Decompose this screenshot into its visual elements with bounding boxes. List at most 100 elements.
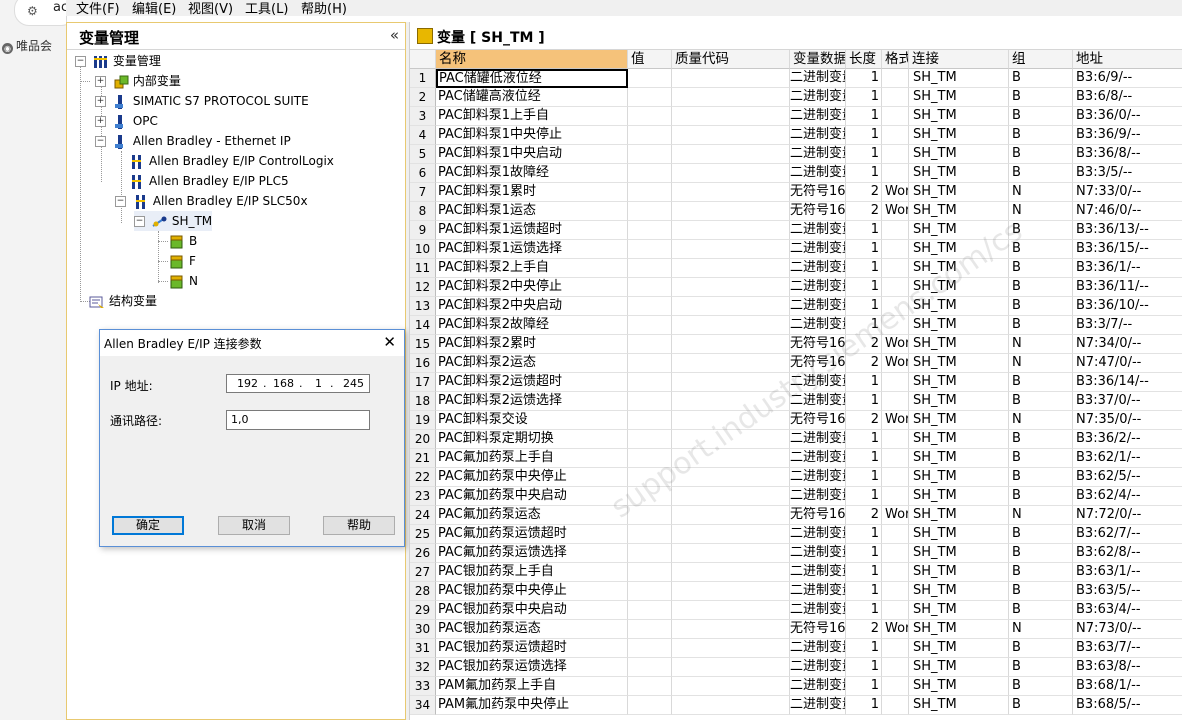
format-cell[interactable] [882,696,909,715]
datatype-cell[interactable]: 二进制变量 [790,563,846,582]
datatype-cell[interactable]: 无符号16位值 [790,354,846,373]
table-row[interactable]: 34PAM氟加药泵中央停止 二进制变量1 SH_TMBB3:68/5/-- [410,696,1182,715]
group-cell[interactable]: B [1009,696,1073,715]
datatype-cell[interactable]: 二进制变量 [790,601,846,620]
connection-cell[interactable]: SH_TM [909,430,1009,449]
address-cell[interactable]: B3:63/4/-- [1073,601,1182,620]
connection-cell[interactable]: SH_TM [909,658,1009,677]
connection-cell[interactable]: SH_TM [909,335,1009,354]
group-cell[interactable]: N [1009,354,1073,373]
column-header-length[interactable]: 长度 [846,50,882,69]
table-row[interactable]: 27PAC银加药泵上手自 二进制变量1 SH_TMBB3:63/1/-- [410,563,1182,582]
quality-cell[interactable] [672,696,790,715]
address-cell[interactable]: N7:72/0/-- [1073,506,1182,525]
connection-cell[interactable]: SH_TM [909,354,1009,373]
group-cell[interactable]: B [1009,240,1073,259]
quality-cell[interactable] [672,525,790,544]
connection-cell[interactable]: SH_TM [909,411,1009,430]
name-cell[interactable]: PAC氟加药泵上手自 [436,449,628,468]
group-cell[interactable]: B [1009,468,1073,487]
table-row[interactable]: 9PAC卸料泵1运馈超时 二进制变量1 SH_TMBB3:36/13/-- [410,221,1182,240]
ok-button[interactable]: 确定 [112,516,184,535]
format-cell[interactable] [882,601,909,620]
table-row[interactable]: 18PAC卸料泵2运馈选择 二进制变量1 SH_TMBB3:37/0/-- [410,392,1182,411]
length-cell[interactable]: 2 [846,354,882,373]
group-cell[interactable]: B [1009,525,1073,544]
quality-cell[interactable] [672,411,790,430]
datatype-cell[interactable]: 二进制变量 [790,88,846,107]
value-cell[interactable] [628,582,672,601]
quality-cell[interactable] [672,468,790,487]
length-cell[interactable]: 1 [846,487,882,506]
group-cell[interactable]: B [1009,658,1073,677]
address-cell[interactable]: B3:62/8/-- [1073,544,1182,563]
length-cell[interactable]: 1 [846,468,882,487]
table-row[interactable]: 16PAC卸料泵2运态 无符号16位值2WorSH_TMNN7:47/0/-- [410,354,1182,373]
value-cell[interactable] [628,354,672,373]
name-cell[interactable]: PAC卸料泵1中央启动 [436,145,628,164]
length-cell[interactable]: 1 [846,297,882,316]
address-cell[interactable]: B3:68/5/-- [1073,696,1182,715]
format-cell[interactable] [882,677,909,696]
address-cell[interactable]: B3:62/1/-- [1073,449,1182,468]
value-cell[interactable] [628,601,672,620]
tree-node-group-b[interactable]: B [169,231,197,251]
ip-octet-1[interactable]: 192 [237,377,258,390]
value-cell[interactable] [628,69,672,88]
datatype-cell[interactable]: 二进制变量 [790,582,846,601]
collapse-toggle-icon[interactable]: − [115,196,126,207]
quality-cell[interactable] [672,69,790,88]
menu-tools[interactable]: 工具(L) [245,0,288,17]
address-cell[interactable]: B3:36/10/-- [1073,297,1182,316]
name-cell[interactable]: PAC卸料泵1故障经 [436,164,628,183]
format-cell[interactable] [882,449,909,468]
length-cell[interactable]: 1 [846,601,882,620]
group-cell[interactable]: B [1009,373,1073,392]
connection-cell[interactable]: SH_TM [909,373,1009,392]
value-cell[interactable] [628,506,672,525]
format-cell[interactable] [882,240,909,259]
length-cell[interactable]: 1 [846,221,882,240]
tree-node-structure-tags[interactable]: 结构变量 [89,291,157,311]
table-row[interactable]: 30PAC银加药泵运态 无符号16位值2WorSH_TMNN7:73/0/-- [410,620,1182,639]
table-row[interactable]: 17PAC卸料泵2运馈超时 二进制变量1 SH_TMBB3:36/14/-- [410,373,1182,392]
table-row[interactable]: 13PAC卸料泵2中央启动 二进制变量1 SH_TMBB3:36/10/-- [410,297,1182,316]
address-cell[interactable]: B3:6/8/-- [1073,88,1182,107]
length-cell[interactable]: 1 [846,544,882,563]
expand-toggle-icon[interactable]: + [95,76,106,87]
tree-node-allen-bradley-eip[interactable]: − Allen Bradley - Ethernet IP [95,131,291,151]
value-cell[interactable] [628,126,672,145]
menu-help[interactable]: 帮助(H) [301,0,347,17]
format-cell[interactable]: Wor [882,620,909,639]
name-cell[interactable]: PAC储罐高液位经 [436,88,628,107]
format-cell[interactable] [882,88,909,107]
group-cell[interactable]: B [1009,107,1073,126]
name-cell[interactable]: PAC卸料泵2累时 [436,335,628,354]
address-cell[interactable]: B3:36/14/-- [1073,373,1182,392]
length-cell[interactable]: 1 [846,582,882,601]
format-cell[interactable] [882,373,909,392]
length-cell[interactable]: 1 [846,240,882,259]
format-cell[interactable] [882,563,909,582]
value-cell[interactable] [628,316,672,335]
length-cell[interactable]: 1 [846,88,882,107]
datatype-cell[interactable]: 二进制变量 [790,126,846,145]
length-cell[interactable]: 2 [846,620,882,639]
format-cell[interactable] [882,639,909,658]
name-cell[interactable]: PAM氟加药泵中央停止 [436,696,628,715]
table-row[interactable]: 8PAC卸料泵1运态 无符号16位值2WorSH_TMNN7:46/0/-- [410,202,1182,221]
name-cell[interactable]: PAC氟加药泵运态 [436,506,628,525]
datatype-cell[interactable]: 无符号16位值 [790,506,846,525]
datatype-cell[interactable]: 二进制变量 [790,430,846,449]
quality-cell[interactable] [672,107,790,126]
group-cell[interactable]: B [1009,88,1073,107]
value-cell[interactable] [628,240,672,259]
connection-cell[interactable]: SH_TM [909,620,1009,639]
table-row[interactable]: 10PAC卸料泵1运馈选择 二进制变量1 SH_TMBB3:36/15/-- [410,240,1182,259]
group-cell[interactable]: B [1009,449,1073,468]
address-cell[interactable]: B3:6/9/-- [1073,69,1182,88]
name-cell[interactable]: PAC氟加药泵中央启动 [436,487,628,506]
table-row[interactable]: 21PAC氟加药泵上手自 二进制变量1 SH_TMBB3:62/1/-- [410,449,1182,468]
column-header-group[interactable]: 组 [1009,50,1073,69]
format-cell[interactable]: Wor [882,183,909,202]
